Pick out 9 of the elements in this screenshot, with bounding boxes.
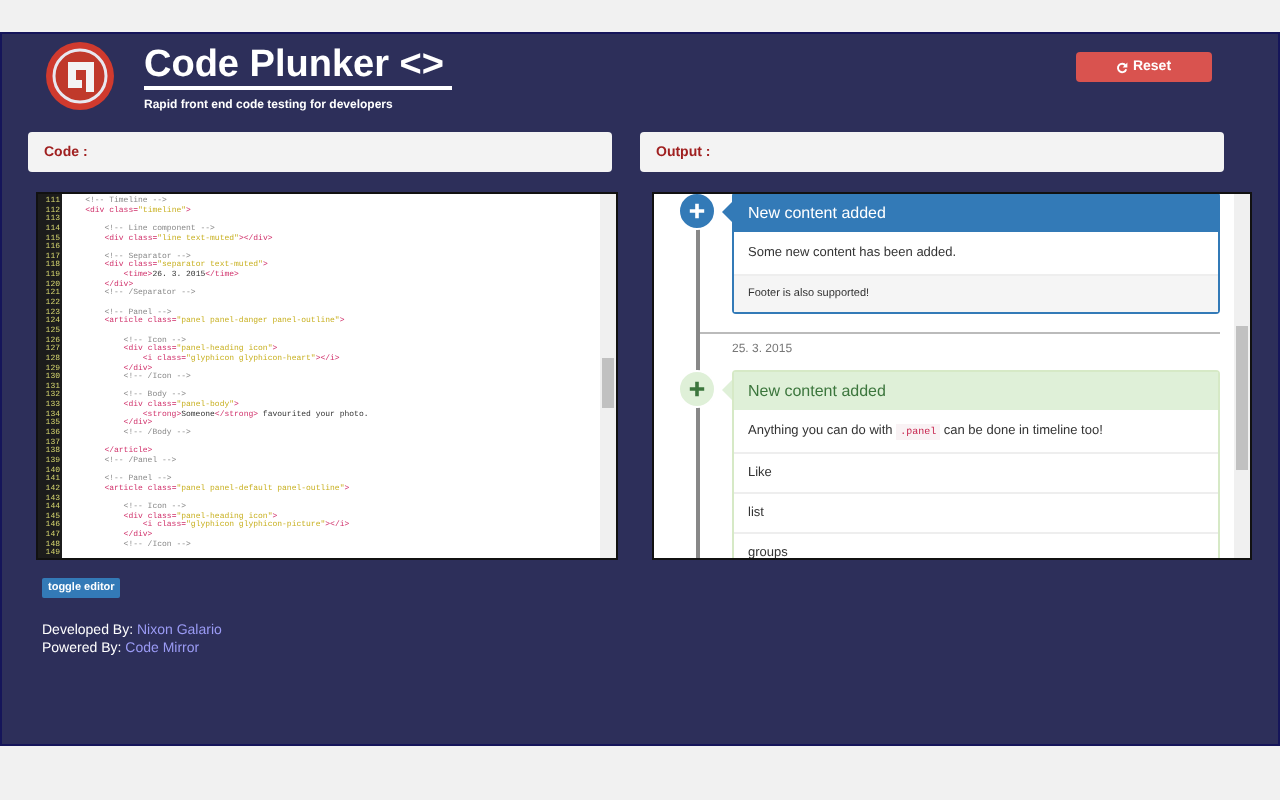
code-editor[interactable]	[36, 192, 618, 560]
panel-heading: New content added	[734, 372, 1218, 410]
scrollbar[interactable]	[600, 194, 616, 558]
panel-heading: New content added	[734, 194, 1218, 232]
refresh-icon	[1116, 61, 1129, 73]
plus-icon	[678, 370, 716, 408]
app-title: Code Plunker <>	[144, 46, 452, 90]
logo-icon	[44, 40, 116, 112]
scrollbar[interactable]	[1234, 194, 1250, 558]
